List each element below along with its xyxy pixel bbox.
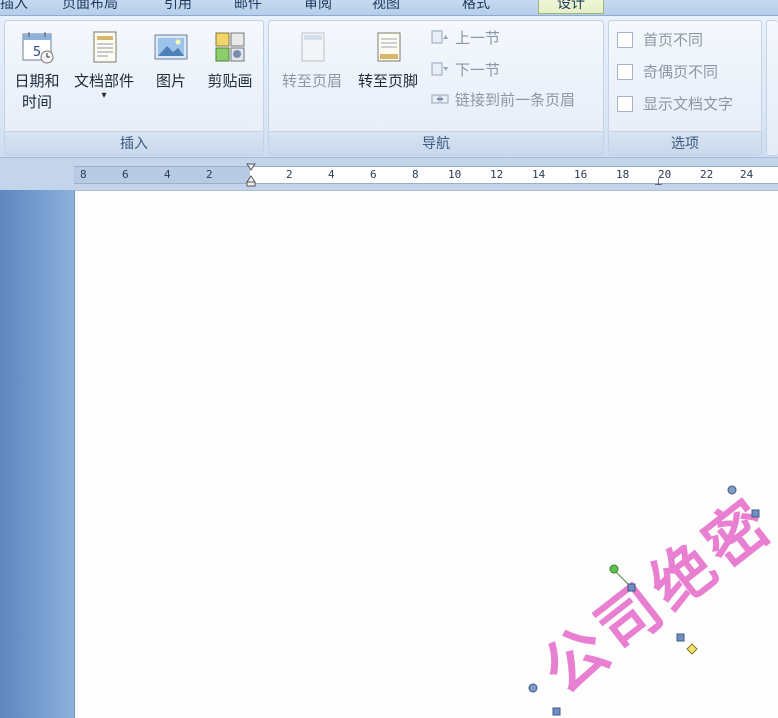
position-group-partial — [766, 20, 778, 156]
different-first-page-label: 首页不同 — [643, 31, 704, 49]
different-first-page-checkbox[interactable]: 首页不同 — [617, 29, 703, 51]
dropdown-arrow-icon: ▾ — [101, 90, 107, 101]
ruler-number: 22 — [700, 168, 714, 181]
ribbon: 5 日期和时间 文档部件 ▾ 图片 剪贴画 插入 转至页眉 转至页脚 上一节 下… — [0, 16, 778, 158]
ruler-number: 16 — [574, 168, 588, 181]
calendar-icon: 5 — [22, 32, 54, 64]
clipart-icon — [215, 32, 245, 62]
left-margin-panel — [0, 190, 74, 718]
clipart-button[interactable]: 剪贴画 — [201, 29, 259, 92]
svg-text:5: 5 — [33, 45, 41, 60]
options-group: 首页不同 奇偶页不同 显示文档文字 选项 — [608, 20, 762, 156]
insert-group-label: 插入 — [5, 131, 263, 155]
document-page[interactable] — [74, 190, 778, 718]
ruler-number: 4 — [328, 168, 335, 181]
tab-view[interactable]: 视图 — [372, 0, 400, 14]
ruler-number: 18 — [616, 168, 630, 181]
checkbox-box[interactable] — [617, 64, 633, 80]
goto-footer-icon — [377, 32, 401, 62]
goto-footer-label: 转至页脚 — [357, 72, 418, 90]
ruler-number: 6 — [370, 168, 377, 181]
link-to-previous-button[interactable]: 链接到前一条页眉 — [431, 89, 575, 111]
picture-icon — [154, 34, 188, 60]
ruler-left-margin — [74, 167, 250, 183]
link-to-previous-label: 链接到前一条页眉 — [455, 91, 576, 109]
tab-stop-icon[interactable]: ⊥ — [654, 177, 663, 188]
options-group-label: 选项 — [609, 131, 761, 155]
picture-button[interactable]: 图片 — [147, 29, 195, 92]
ruler-number: 6 — [122, 168, 129, 181]
previous-section-label: 上一节 — [455, 29, 501, 47]
insert-group: 5 日期和时间 文档部件 ▾ 图片 剪贴画 插入 — [4, 20, 264, 156]
tab-insert[interactable]: 插入 — [0, 0, 28, 14]
ruler-number: 8 — [412, 168, 419, 181]
goto-header-button[interactable]: 转至页眉 — [273, 29, 351, 92]
ruler-number: 14 — [532, 168, 546, 181]
navigation-group-label: 导航 — [269, 131, 603, 155]
ribbon-tab-bar: 插入 页面布局 引用 邮件 审阅 视图 格式 设计 — [0, 0, 778, 16]
picture-label: 图片 — [155, 72, 186, 90]
tab-references[interactable]: 引用 — [164, 0, 192, 14]
different-odd-even-checkbox[interactable]: 奇偶页不同 — [617, 61, 718, 83]
document-parts-label: 文档部件 — [73, 72, 134, 90]
show-document-text-label: 显示文档文字 — [643, 95, 734, 113]
next-section-button[interactable]: 下一节 — [431, 59, 500, 81]
tab-mailings[interactable]: 邮件 — [234, 0, 262, 14]
tab-format[interactable]: 格式 — [462, 0, 490, 14]
navigation-group: 转至页眉 转至页脚 上一节 下一节 链接到前一条页眉 导航 — [268, 20, 604, 156]
goto-header-label: 转至页眉 — [281, 72, 342, 90]
ruler-number: 10 — [448, 168, 462, 181]
ruler-number: 2 — [286, 168, 293, 181]
tab-page-layout[interactable]: 页面布局 — [62, 0, 118, 14]
document-parts-button[interactable]: 文档部件 ▾ — [67, 29, 141, 101]
document-parts-icon — [93, 31, 117, 63]
tab-review[interactable]: 审阅 — [304, 0, 332, 14]
previous-section-button[interactable]: 上一节 — [431, 27, 500, 49]
ruler-number: 12 — [490, 168, 504, 181]
next-section-label: 下一节 — [455, 61, 501, 79]
goto-footer-button[interactable]: 转至页脚 — [349, 29, 427, 92]
date-time-button[interactable]: 5 日期和时间 — [9, 29, 65, 113]
ruler-number: 8 — [80, 168, 87, 181]
next-section-icon — [431, 62, 448, 76]
horizontal-ruler[interactable]: 8 6 4 2 2 4 6 8 10 12 14 16 18 20 22 24 … — [74, 163, 778, 188]
date-time-label: 日期和时间 — [14, 72, 60, 111]
checkbox-box[interactable] — [617, 96, 633, 112]
ruler-area: 8 6 4 2 2 4 6 8 10 12 14 16 18 20 22 24 … — [0, 158, 778, 190]
tab-design[interactable]: 设计 — [538, 0, 604, 14]
indent-marker-icon[interactable] — [246, 163, 256, 187]
ruler-number: 4 — [164, 168, 171, 181]
different-odd-even-label: 奇偶页不同 — [643, 63, 719, 81]
goto-header-icon — [301, 32, 325, 62]
checkbox-box[interactable] — [617, 32, 633, 48]
ruler-number: 2 — [206, 168, 213, 181]
previous-section-icon — [431, 30, 448, 44]
ruler-number: 24 — [740, 168, 754, 181]
link-previous-icon — [431, 94, 449, 104]
clipart-label: 剪贴画 — [207, 72, 253, 90]
show-document-text-checkbox[interactable]: 显示文档文字 — [617, 93, 733, 115]
